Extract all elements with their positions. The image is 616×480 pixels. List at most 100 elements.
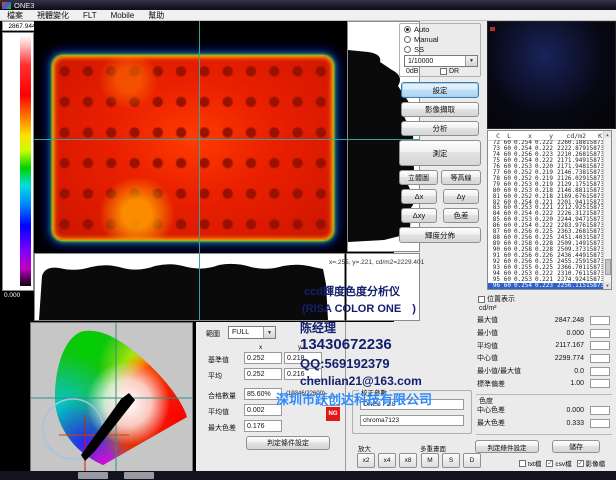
save-option-0[interactable]: txt檔 [519,458,541,468]
stat-input[interactable] [590,379,610,388]
camera-preview-image[interactable] [487,21,616,129]
average-x-field[interactable]: 0.252 [244,368,282,380]
color-diff-button[interactable]: 色差 [443,208,479,223]
measure-button[interactable]: 測定 [399,140,481,166]
stat-label: 最小值 [477,328,498,338]
calibration-field-2[interactable]: chroma7123 [360,415,464,426]
position-display-option[interactable]: 位置表示 [478,294,515,304]
menu-item-2[interactable]: FLT [76,10,104,21]
range-select[interactable]: FULL ▼ [228,326,276,339]
exposure-mode-ss[interactable]: SS [404,45,480,54]
shutter-value: 1/10000 [408,58,433,65]
app-icon [2,2,11,9]
menu-item-0[interactable]: 檔案 [0,10,30,21]
delta-y-button[interactable]: Δy [443,189,479,204]
stats-judge-settings-button[interactable]: 判定條件設定 [475,440,539,453]
stat-input[interactable] [590,329,610,338]
exposure-mode-auto[interactable]: Auto [404,25,480,34]
radio-manual-icon[interactable] [404,36,411,43]
multi-screen-d-button[interactable]: D [463,453,481,468]
scrollbar-thumb[interactable] [605,259,611,275]
dr-option[interactable]: DR [440,68,459,75]
stat-row: 平均值2117.167 [477,339,610,352]
table-cell: 0.254 [511,283,532,289]
multi-screen-s-button[interactable]: S [442,453,460,468]
stat-input[interactable] [590,354,610,363]
colorbar-panel [2,32,34,291]
zoom-x8-button[interactable]: x8 [399,453,417,468]
column-header: K [586,132,602,140]
menu-item-3[interactable]: Mobile [104,10,142,21]
stat-input[interactable] [590,316,610,325]
heatmap-canvas[interactable] [34,21,346,252]
save-button[interactable]: 儲存 [552,440,600,453]
stat-value: 0.000 [526,407,584,414]
stat-label: 標準偏差 [477,379,505,389]
range-label: 範圍 [206,329,220,339]
crosshair-vertical-line[interactable] [199,21,200,321]
menu-item-4[interactable]: 幫助 [141,10,171,21]
zoom-buttons: x2x4x8 [357,453,420,468]
crosshair-horizontal-line[interactable] [34,139,420,140]
table-row[interactable]: 96600.2540.2232256.11515873 [488,283,603,289]
delta-x-button[interactable]: Δx [401,189,437,204]
cie-diagram-panel[interactable] [30,322,193,478]
save-option-checkbox[interactable] [519,460,526,467]
max-diff-field[interactable]: 0.176 [244,420,282,432]
chevron-down-icon[interactable]: ▼ [263,327,275,338]
stat-input[interactable] [590,367,610,376]
taskbar-item[interactable] [78,472,108,479]
radio-auto-icon[interactable] [404,26,411,33]
gain-label: 0dB [406,68,418,75]
table-body[interactable]: 72600.2540.2222260.1881587373600.2540.22… [488,140,603,289]
save-option-checkbox[interactable]: ✓ [546,460,553,467]
column-header: C [488,132,500,140]
view3d-button[interactable]: 立體圖 [399,170,438,185]
watermark-contact-name: 陈经理 [300,319,336,336]
capture-button[interactable]: 影像擷取 [401,102,479,117]
col-x-header: x [259,344,262,351]
set-button[interactable]: 設定 [401,82,479,98]
scroll-down-icon[interactable]: ▼ [604,282,611,289]
stat-value: 0.000 [526,330,584,337]
stat-label: 中心值 [477,353,498,363]
stat-input[interactable] [590,419,610,428]
pass-count-label: 合格數量 [208,391,236,401]
avg-diff-label: 平均值 [208,407,229,417]
heatmap-panel-image[interactable] [53,56,333,240]
menu-bar: 檔案視體變化FLTMobile幫助 [0,10,616,21]
radio-ss-icon[interactable] [404,46,411,53]
reference-x-field[interactable]: 0.252 [244,352,282,364]
title-bar[interactable]: ONE3 [0,0,616,10]
save-option-2[interactable]: ✓影像檔 [577,458,606,468]
save-option-checkbox[interactable]: ✓ [577,460,584,467]
save-option-label: txt檔 [528,458,541,468]
camera-marker-dot [490,27,495,31]
scroll-up-icon[interactable]: ▲ [604,131,611,138]
chevron-down-icon[interactable]: ▼ [465,56,477,66]
position-display-checkbox[interactable] [478,296,485,303]
multi-screen-m-button[interactable]: M [421,453,439,468]
menu-item-1[interactable]: 視體變化 [30,10,76,21]
dr-checkbox[interactable] [440,68,447,75]
column-header: y [532,132,553,140]
delta-xy-button[interactable]: Δxy [401,208,437,223]
max-diff-label: 最大色差 [208,423,236,433]
table-scrollbar[interactable]: ▲ ▼ [603,131,611,289]
stat-input[interactable] [590,406,610,415]
watermark-line-2: (RISA COLOR ONE ) [302,300,416,316]
judge-settings-button[interactable]: 判定條件設定 [246,436,330,450]
zoom-x2-button[interactable]: x2 [357,453,375,468]
analyze-button[interactable]: 分析 [401,121,479,136]
taskbar-item[interactable] [124,472,154,479]
luminance-dist-button[interactable]: 輝度分佈 [399,227,481,243]
zoom-x4-button[interactable]: x4 [378,453,396,468]
stat-input[interactable] [590,341,610,350]
measurement-table[interactable]: CLxycd/m2K 72600.2540.2222260.1881587373… [487,130,612,290]
contour-button[interactable]: 等高線 [441,170,481,185]
save-option-1[interactable]: ✓csv檔 [546,458,571,468]
chroma-rows: 中心色差0.000最大色差0.333 [477,404,610,429]
exposure-mode-manual[interactable]: Manual [404,35,480,44]
shutter-select[interactable]: 1/10000 ▼ [404,55,478,67]
multi-screen-label: 多重畫面 [420,443,446,453]
